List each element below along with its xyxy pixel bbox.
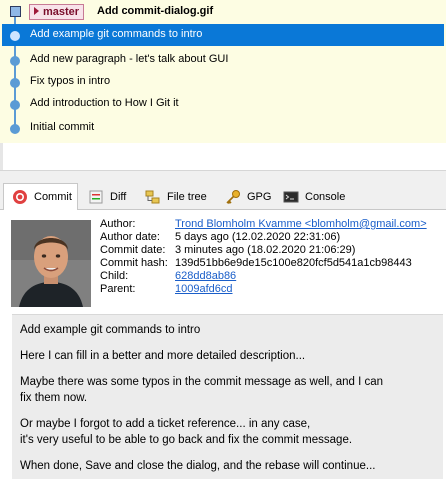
console-icon (283, 189, 299, 205)
message-line: fix them now. (20, 392, 88, 404)
branch-label[interactable]: master (29, 4, 85, 20)
tab-gpg[interactable]: GPG (217, 184, 273, 209)
commit-row[interactable]: Add new paragraph - let's talk about GUI (0, 49, 446, 71)
parent-label: Parent: (100, 283, 136, 295)
key-icon (225, 189, 241, 205)
commit-info-panel: Author: Trond Blomholm Kvamme <blomholm@… (0, 210, 446, 479)
graph-left-edge (0, 143, 3, 170)
commit-node (10, 56, 20, 66)
commit-node (10, 100, 20, 110)
branch-arrow-icon (34, 7, 39, 15)
message-line: Maybe there was some typos in the commit… (20, 376, 384, 388)
head-commit-title: Add commit-dialog.gif (97, 5, 214, 17)
commit-node (10, 31, 20, 41)
commit-message: Fix typos in intro (30, 75, 111, 87)
details-tab-bar: Commit Diff File tree GPG Console (0, 181, 446, 210)
tab-console[interactable]: Console (275, 184, 355, 209)
message-line: When done, Save and close the dialog, an… (20, 460, 376, 472)
commit-date-value: 3 minutes ago (18.02.2020 21:06:29) (175, 244, 356, 256)
file-tree-icon (145, 189, 161, 205)
author-avatar (11, 220, 91, 307)
commit-row[interactable]: Initial commit (0, 117, 446, 139)
commit-row[interactable]: Add example git commands to intro (2, 24, 444, 46)
author-date-label: Author date: (100, 231, 160, 243)
commit-message: Add example git commands to intro (30, 28, 203, 40)
parent-hash-link[interactable]: 1009afd6cd (175, 283, 233, 295)
commit-date-label: Commit date: (100, 244, 166, 256)
commit-row[interactable]: Add introduction to How I Git it (0, 93, 446, 115)
diff-icon (88, 189, 104, 205)
commit-message: Add introduction to How I Git it (30, 97, 179, 109)
author-date-value: 5 days ago (12.02.2020 22:31:06) (175, 231, 341, 243)
commit-node (10, 124, 20, 134)
author-label: Author: (100, 218, 136, 230)
tab-file-tree[interactable]: File tree (137, 184, 215, 209)
message-line: it's very useful to be able to go back a… (20, 434, 353, 446)
commit-row[interactable]: Fix typos in intro (0, 71, 446, 93)
child-label: Child: (100, 270, 129, 282)
message-line: Or maybe I forgot to add a ticket refere… (20, 418, 311, 430)
message-line: Add example git commands to intro (20, 324, 201, 336)
commit-hash-value: 139d51bb6e9de15c100e820fcf5d541a1cb98443 (175, 257, 412, 269)
commit-row-head[interactable]: master Add commit-dialog.gif (0, 0, 446, 22)
working-directory-icon (10, 6, 21, 17)
tab-commit[interactable]: Commit (3, 183, 78, 210)
author-link[interactable]: Trond Blomholm Kvamme <blomholm@gmail.co… (175, 218, 427, 230)
panel-splitter[interactable] (0, 170, 446, 181)
child-hash-link[interactable]: 628dd8ab86 (175, 270, 236, 282)
commit-icon (12, 189, 28, 205)
commit-node (10, 78, 20, 88)
revision-graph[interactable]: master Add commit-dialog.gif Add example… (0, 0, 446, 143)
commit-hash-label: Commit hash: (100, 257, 168, 269)
message-line: Here I can fill in a better and more det… (20, 350, 306, 362)
commit-message: Initial commit (30, 121, 95, 133)
tab-diff[interactable]: Diff (80, 184, 135, 209)
commit-message: Add new paragraph - let's talk about GUI (30, 53, 229, 65)
commit-message-body[interactable]: Add example git commands to intro Here I… (12, 314, 443, 479)
